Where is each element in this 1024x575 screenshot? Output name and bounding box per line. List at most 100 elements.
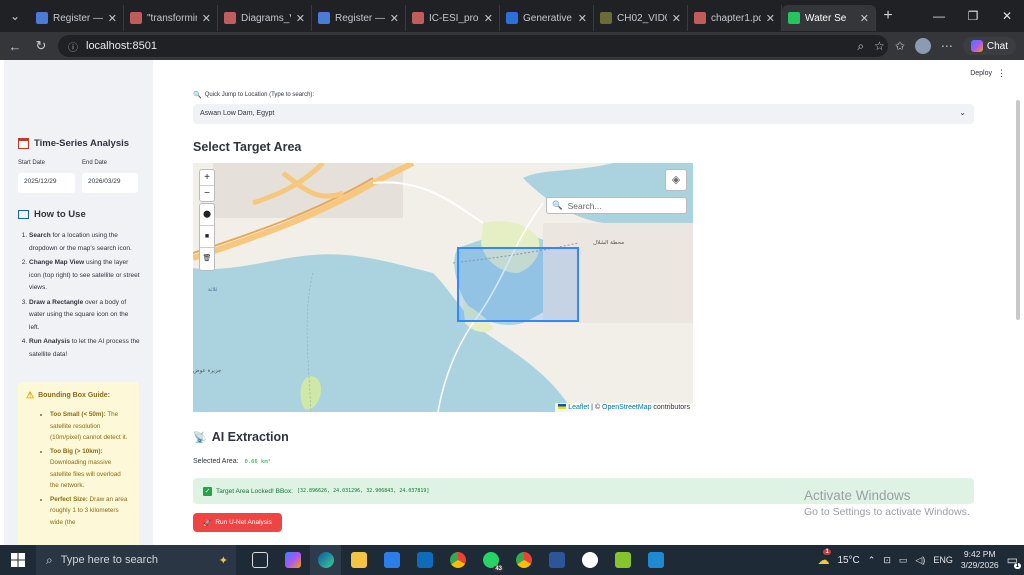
tab-label: Register — [335, 12, 385, 24]
tab-search-chevron-icon[interactable]: ⌄ [0, 0, 30, 32]
map-place-label-3: جزيرة عوض [193, 368, 221, 374]
zoom-in-button[interactable]: + [200, 170, 214, 186]
close-window-button[interactable]: ✕ [990, 0, 1024, 32]
tab-close-icon[interactable]: ✕ [108, 12, 117, 25]
clock[interactable]: 9:42 PM 3/29/2026 [961, 549, 999, 571]
tab-favicon-icon [506, 12, 518, 24]
outlook-icon[interactable] [409, 545, 440, 575]
select-target-title: Select Target Area [193, 140, 302, 154]
guide-item-text: Downloading massive satellite files will… [50, 459, 121, 489]
address-bar-row: ← ↻ ⓘ localhost:8501 ⌕ ☆ ✩ ⋯ Chat [0, 32, 1024, 60]
browser-tab[interactable]: Water Se ✕ [782, 5, 876, 31]
browser-tab[interactable]: CH02_VID01 ✕ [594, 5, 688, 31]
map-search-box[interactable]: 🔍 Search... [546, 197, 687, 214]
url-field[interactable]: ⓘ localhost:8501 [58, 35, 888, 57]
tab-close-icon[interactable]: ✕ [672, 12, 681, 25]
tab-close-icon[interactable]: ✕ [484, 12, 493, 25]
osm-link[interactable]: OpenStreetMap [602, 404, 651, 411]
end-date-input[interactable]: 2026/03/29 [82, 173, 138, 193]
tab-label: Diagrams_V [241, 12, 291, 24]
tab-close-icon[interactable]: ✕ [860, 12, 869, 25]
reload-icon[interactable]: ↻ [28, 38, 54, 54]
battery-icon[interactable]: ▭ [899, 555, 908, 566]
quick-jump-label-row: 🔍 Quick Jump to Location (Type to search… [193, 91, 314, 99]
windows-start-button[interactable] [0, 545, 36, 575]
leaflet-link[interactable]: Leaflet [568, 404, 589, 411]
back-icon[interactable]: ← [2, 39, 28, 54]
maximize-button[interactable]: ❐ [956, 0, 990, 32]
howto-step: Draw a Rectangle over a body of water us… [29, 297, 140, 335]
run-analysis-button[interactable]: 🚀 Run U-Net Analysis [193, 513, 282, 532]
store-icon[interactable] [376, 545, 407, 575]
notification-icon[interactable]: ▭ 1 [1007, 553, 1021, 569]
favorites-icon[interactable]: ✩ [895, 39, 905, 53]
activate-windows-watermark: Activate Windows Go to Settings to activ… [804, 488, 970, 518]
new-tab-button[interactable]: + [876, 7, 900, 25]
zoom-out-button[interactable]: − [200, 186, 214, 201]
tab-close-icon[interactable]: ✕ [766, 12, 775, 25]
chat-label: Chat [986, 40, 1008, 52]
tab-close-icon[interactable]: ✕ [296, 12, 305, 25]
draw-marker-icon[interactable]: ⬤ [200, 204, 214, 226]
zoom-control: + − [199, 169, 215, 202]
tab-close-icon[interactable]: ✕ [390, 12, 399, 25]
browser-tab[interactable]: Generative ✕ [500, 5, 594, 31]
bookmark-star-icon[interactable]: ☆ [874, 39, 885, 53]
clock-time: 9:42 PM [963, 549, 996, 559]
edge-icon[interactable] [310, 545, 341, 575]
vim-icon[interactable] [607, 545, 638, 575]
taskbar-apps: 43 [244, 545, 671, 575]
profile-avatar[interactable] [914, 38, 931, 54]
site-info-icon[interactable]: ⓘ [68, 39, 78, 54]
tab-close-icon[interactable]: ✕ [578, 12, 587, 25]
ts-title: Time-Series Analysis [34, 138, 130, 149]
calendar-icon [18, 138, 29, 149]
more-menu-icon[interactable]: ⋯ [941, 39, 953, 53]
weather-icon[interactable]: ☁ 1 [817, 549, 831, 567]
run-button-label: Run U-Net Analysis [215, 519, 272, 526]
chrome-icon[interactable] [442, 545, 473, 575]
tab-label: Water Se [805, 12, 847, 24]
tab-close-icon[interactable]: ✕ [202, 12, 211, 25]
layers-icon[interactable]: ◈ [665, 169, 687, 191]
volume-icon[interactable]: ◁) [915, 555, 925, 566]
vscode-icon[interactable] [640, 545, 671, 575]
task-view-icon[interactable] [244, 545, 275, 575]
browser-tab[interactable]: chapter1.pdf ✕ [688, 5, 782, 31]
whatsapp-icon[interactable]: 43 [475, 545, 506, 575]
map-place-label-1: محطة الشلال [593, 240, 624, 246]
draw-rectangle-icon[interactable]: ■ [200, 226, 214, 248]
browser-tab[interactable]: IC-ESI_propo ✕ [406, 5, 500, 31]
file-explorer-icon[interactable] [343, 545, 374, 575]
leaflet-map[interactable]: محطة الشلال ثلاثة جزيرة عوض + − ⬤ ■ 🗑 ◈ … [193, 163, 693, 412]
browser-tab[interactable]: "transformin ✕ [124, 5, 218, 31]
location-select-value: Aswan Low Dam, Egypt [200, 110, 275, 117]
guide-item: Too Small (< 50m): The satellite resolut… [50, 409, 131, 444]
chrome-icon-2[interactable] [508, 545, 539, 575]
word-icon[interactable] [541, 545, 572, 575]
howto-step-bold: Search [29, 232, 51, 239]
location-select[interactable]: Aswan Low Dam, Egypt ⌄ [193, 104, 974, 124]
page-scrollbar[interactable] [1016, 100, 1020, 320]
taskbar-search[interactable]: ⌕ Type here to search ✦ [36, 545, 236, 575]
minimize-button[interactable]: — [922, 0, 956, 32]
app-menu-icon[interactable]: ⋮ [997, 68, 1006, 79]
language-indicator[interactable]: ENG [933, 555, 953, 565]
whatsapp-badge: 43 [493, 566, 504, 572]
copilot-chat-button[interactable]: Chat [962, 37, 1016, 55]
network-icon[interactable]: ⊡ [883, 555, 891, 566]
delete-shape-icon[interactable]: 🗑 [200, 248, 214, 270]
browser-tab[interactable]: Register — ✕ [312, 5, 406, 31]
browser-tab[interactable]: Register — ✕ [30, 5, 124, 31]
start-date-input[interactable]: 2025/12/29 [18, 173, 75, 193]
tab-favicon-icon [694, 12, 706, 24]
tray-chevron-icon[interactable]: ⌃ [868, 555, 876, 566]
penguin-app-icon[interactable] [574, 545, 605, 575]
deploy-button[interactable]: Deploy [970, 70, 992, 77]
howto-steps: Search for a location using the dropdown… [20, 230, 140, 363]
temperature-text: 15°C [837, 554, 860, 566]
copilot-app-icon[interactable] [277, 545, 308, 575]
browser-tab[interactable]: Diagrams_V ✕ [218, 5, 312, 31]
howto-step-bold: Run Analysis [29, 338, 70, 345]
zoom-icon[interactable]: ⌕ [857, 39, 864, 54]
